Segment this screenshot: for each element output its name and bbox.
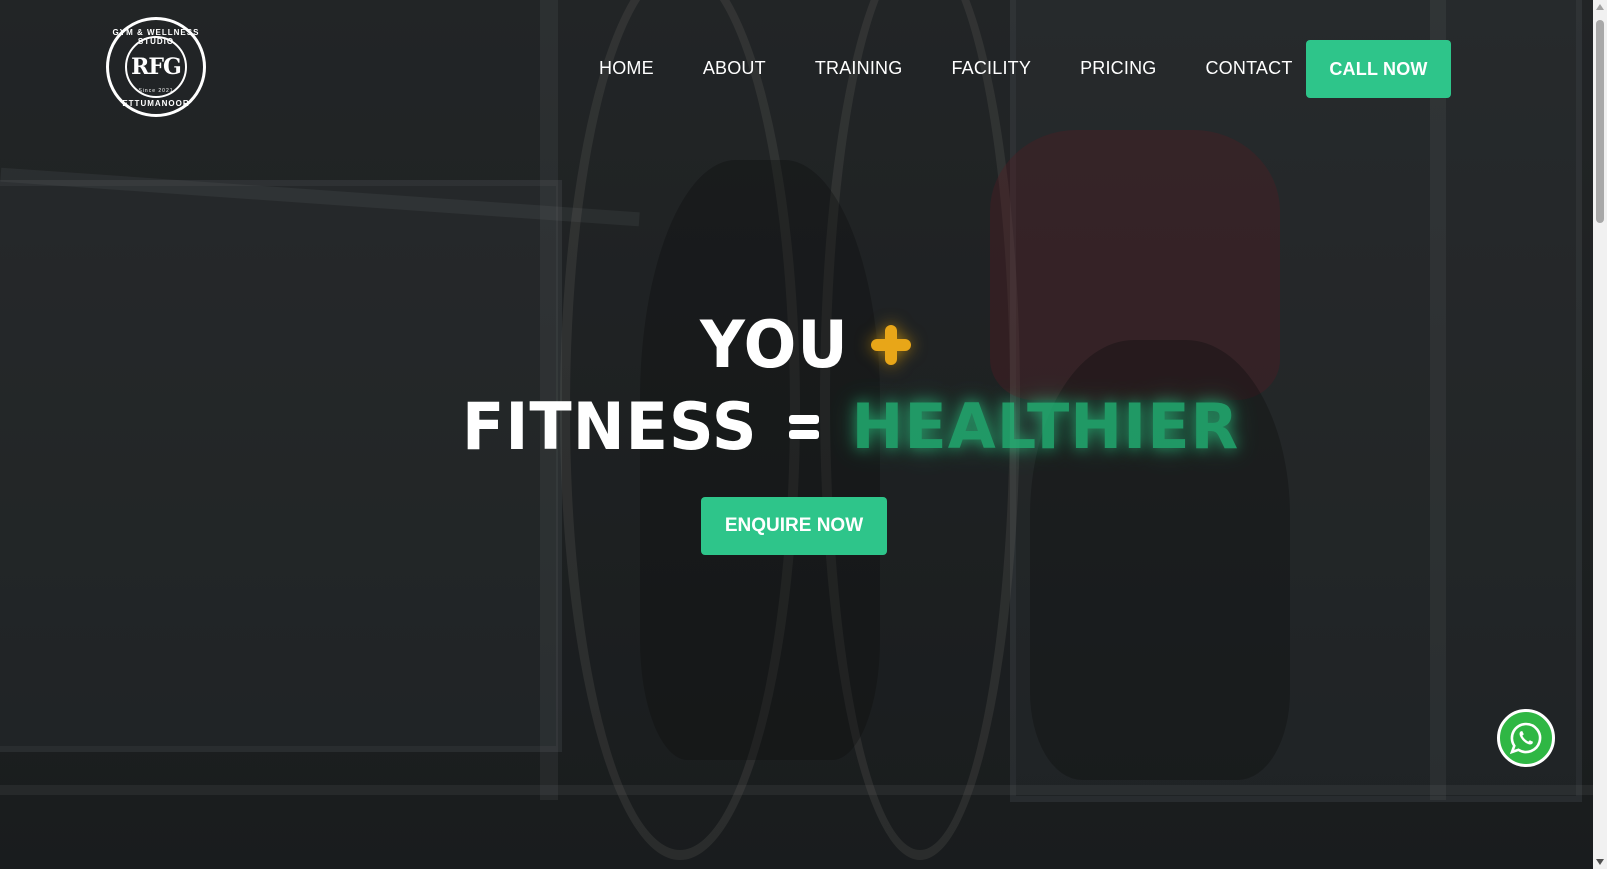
nav-item-about[interactable]: ABOUT bbox=[703, 58, 766, 79]
plus-icon bbox=[870, 324, 911, 365]
scrollbar-thumb[interactable] bbox=[1596, 20, 1604, 223]
logo-monogram-text: RFG bbox=[131, 54, 182, 80]
page-scrollbar[interactable] bbox=[1593, 0, 1607, 869]
page: GYM & WELLNESS STUDIO RFG Since 2021 ETT… bbox=[0, 0, 1607, 869]
nav-item-pricing[interactable]: PRICING bbox=[1080, 58, 1156, 79]
scroll-up-arrow-icon[interactable] bbox=[1596, 4, 1604, 10]
hero-word-you: YOU bbox=[700, 306, 849, 383]
main-nav: HOME ABOUT TRAINING FACILITY PRICING CON… bbox=[599, 58, 1342, 79]
logo-ring-top-text: GYM & WELLNESS STUDIO bbox=[112, 28, 200, 46]
nav-item-facility[interactable]: FACILITY bbox=[951, 58, 1031, 79]
logo-ring-bottom-text: ETTUMANOOR bbox=[122, 99, 190, 108]
scroll-down-arrow-icon[interactable] bbox=[1596, 859, 1604, 865]
hero-headline-line1: YOU bbox=[700, 306, 911, 383]
call-now-button[interactable]: CALL NOW bbox=[1306, 40, 1451, 98]
hero-word-fitness: FITNESS bbox=[462, 388, 758, 465]
nav-item-contact[interactable]: CONTACT bbox=[1205, 58, 1292, 79]
whatsapp-button[interactable] bbox=[1497, 709, 1555, 767]
nav-item-home[interactable]: HOME bbox=[599, 58, 654, 79]
enquire-now-button[interactable]: ENQUIRE NOW bbox=[701, 497, 887, 555]
whatsapp-icon bbox=[1509, 722, 1542, 755]
site-logo[interactable]: GYM & WELLNESS STUDIO RFG Since 2021 ETT… bbox=[106, 17, 206, 117]
hero-word-healthier: HEALTHIER bbox=[851, 390, 1240, 463]
hero-headline-line2: FITNESS HEALTHIER bbox=[462, 388, 1240, 465]
nav-item-training[interactable]: TRAINING bbox=[815, 58, 903, 79]
equals-icon bbox=[789, 413, 820, 441]
logo-since-text: Since 2021 bbox=[138, 88, 174, 94]
